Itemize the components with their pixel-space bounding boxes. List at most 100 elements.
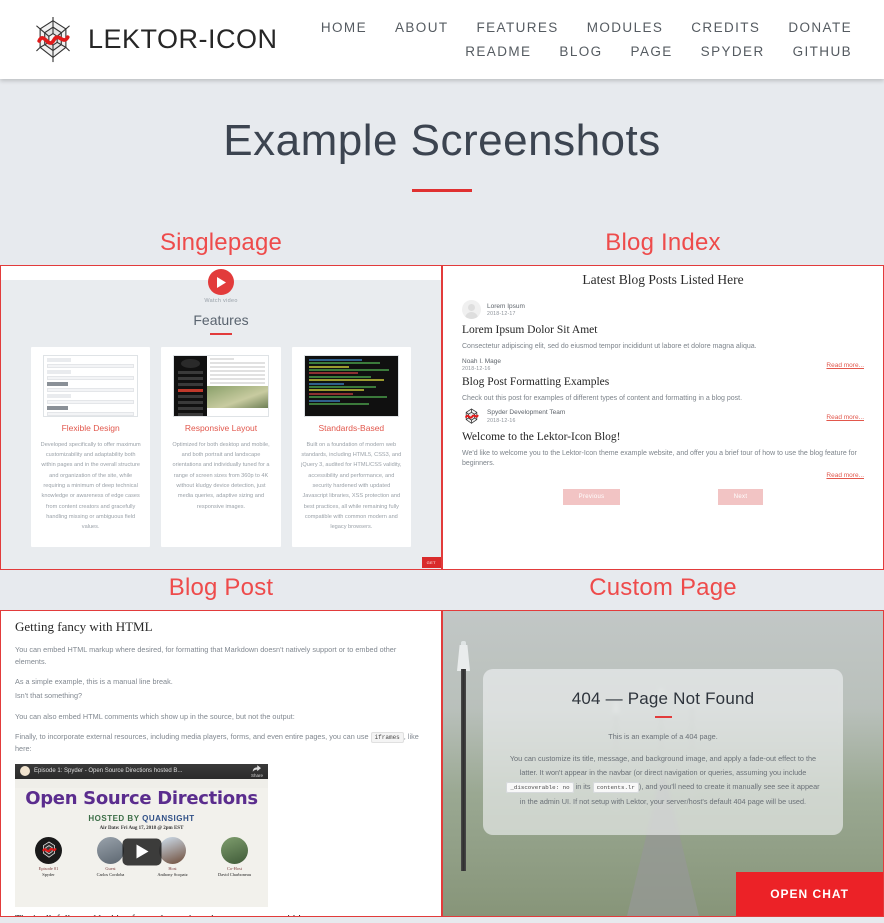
pagination-previous-button[interactable]: Previous <box>562 488 621 505</box>
brand[interactable]: LEKTOR-ICON <box>30 16 278 63</box>
feature-card-title: Standards-Based <box>318 422 385 433</box>
blog-post-paragraph: As a simple example, this is a manual li… <box>15 677 173 687</box>
post-meta: Spyder Development Team 2018-12-16 <box>462 407 864 426</box>
feature-card[interactable]: Responsive Layout Optimized for both des… <box>161 346 281 547</box>
share-button[interactable]: Share <box>250 764 263 778</box>
section-title-singlepage: Singlepage <box>159 229 283 256</box>
cell-custom-page: Custom Page 404 — Page Not Found This is… <box>442 570 884 917</box>
participant-name: Spyder <box>42 871 55 877</box>
error-body: You can customize its title, message, an… <box>505 752 821 809</box>
blog-post-entry[interactable]: Lorem Ipsum 2018-12-17 Lorem Ipsum Dolor… <box>462 300 864 353</box>
nav-link-readme[interactable]: README <box>451 44 545 59</box>
feature-card-body: Optimized for both desktop and mobile, a… <box>172 441 270 510</box>
hosted-by-label: HOSTED BY <box>88 813 140 823</box>
error-body-part2: in its <box>573 782 593 792</box>
nav-link-spyder[interactable]: SPYDER <box>687 44 779 59</box>
singlepage-preview: Watch video Features Flexible Design Dev… <box>1 266 441 569</box>
feature-card[interactable]: Flexible Design Developed specifically t… <box>31 346 151 547</box>
watch-video-label: Watch video <box>204 298 238 304</box>
nav-link-page[interactable]: PAGE <box>617 44 687 59</box>
channel-avatar-icon <box>20 766 30 777</box>
spyder-web-logo-icon <box>35 836 62 864</box>
video-sponsor-line: HOSTED BY QUANSIGHT <box>15 814 268 823</box>
nav-link-modules[interactable]: MODULES <box>573 20 678 35</box>
open-chat-button[interactable]: OPEN CHAT <box>736 872 883 916</box>
blog-post-entry[interactable]: Read more... Spyder Development Team 201… <box>462 408 864 479</box>
screenshot-singlepage[interactable]: Watch video Features Flexible Design Dev… <box>0 265 442 570</box>
admin-form-thumbnail <box>43 354 139 417</box>
post-excerpt: We'd like to welcome you to the Lektor-I… <box>462 449 857 468</box>
custom-page-preview: 404 — Page Not Found This is an example … <box>443 611 883 916</box>
blog-post-paragraph: Isn't that something? <box>15 691 83 701</box>
feature-card-title: Flexible Design <box>61 422 120 433</box>
participant-avatar <box>97 836 124 864</box>
blog-post-paragraph: You can embed HTML markup where desired,… <box>15 645 397 666</box>
cell-blog-index: Blog Index Latest Blog Posts Listed Here… <box>442 225 884 570</box>
play-icon[interactable] <box>122 838 161 866</box>
blog-index-preview: Latest Blog Posts Listed Here Lorem Ipsu… <box>443 266 883 569</box>
post-title[interactable]: Lorem Ipsum Dolor Sit Amet <box>462 324 864 336</box>
corner-cta-button[interactable]: GET <box>421 557 441 568</box>
features-heading: Features <box>193 312 249 328</box>
section-title-custom-page: Custom Page <box>589 574 737 601</box>
post-date: 2018-12-17 <box>487 311 516 318</box>
page-title: Example Screenshots <box>223 116 661 165</box>
read-more-link[interactable]: Read more... <box>462 472 864 479</box>
section-title-blog-post: Blog Post <box>168 574 274 601</box>
blog-post-footer: That's all, folks, and looking forward t… <box>15 914 427 916</box>
pagination: Previous Next <box>462 488 864 505</box>
screenshot-grid: Singlepage Watch video Features Flexible… <box>0 225 884 917</box>
screenshot-blog-post[interactable]: Getting fancy with HTML You can embed HT… <box>0 610 442 917</box>
share-label: Share <box>250 772 263 778</box>
nav-link-blog[interactable]: BLOG <box>545 44 616 59</box>
feature-card-body: Developed specifically to offer maximum … <box>40 441 141 531</box>
participant-avatar <box>221 836 248 864</box>
video-air-date: Air Date: Fri Aug 17, 2018 @ 2pm EST <box>99 825 184 831</box>
generic-user-avatar <box>462 300 481 319</box>
pagination-next-button[interactable]: Next <box>717 488 764 505</box>
cell-singlepage: Singlepage Watch video Features Flexible… <box>0 225 442 570</box>
nav-link-donate[interactable]: DONATE <box>774 20 866 35</box>
post-title[interactable]: Welcome to the Lektor-Icon Blog! <box>462 431 864 443</box>
post-author: Lorem Ipsum <box>487 302 525 310</box>
feature-card-title: Responsive Layout <box>184 422 258 433</box>
screenshot-custom-page[interactable]: 404 — Page Not Found This is an example … <box>442 610 884 917</box>
screenshot-blog-index[interactable]: Latest Blog Posts Listed Here Lorem Ipsu… <box>442 265 884 570</box>
responsive-site-thumbnail <box>173 354 269 417</box>
blog-index-heading: Latest Blog Posts Listed Here <box>582 272 744 287</box>
nav-link-credits[interactable]: CREDITS <box>677 20 774 35</box>
discoverable-code-chip: _discoverable: no <box>506 782 574 794</box>
spyder-web-logo-icon <box>462 407 481 426</box>
video-title-bar: Episode 1: Spyder - Open Source Directio… <box>15 763 268 779</box>
watch-video-block[interactable]: Watch video <box>1 269 441 304</box>
nav-link-github[interactable]: GITHUB <box>779 44 866 59</box>
source-code-thumbnail <box>303 354 399 417</box>
page-header: Example Screenshots <box>0 79 884 192</box>
post-author: Spyder Development Team <box>487 409 566 417</box>
post-title[interactable]: Blog Post Formatting Examples <box>462 376 864 388</box>
error-title-underline <box>654 716 672 718</box>
grid-row-2: Blog Post Getting fancy with HTML You ca… <box>0 570 884 917</box>
feature-cards: Flexible Design Developed specifically t… <box>1 335 441 547</box>
iframe-note-before: Finally, to incorporate external resourc… <box>15 732 371 742</box>
embedded-video-player[interactable]: Episode 1: Spyder - Open Source Directio… <box>15 763 268 907</box>
street-lamp-icon <box>457 641 470 871</box>
nav-link-features[interactable]: FEATURES <box>463 20 573 35</box>
sponsor-name: QUANSIGHT <box>142 813 195 823</box>
blog-post-entry[interactable]: Read more... Noah I. Mage 2018-12-16 Blo… <box>462 358 864 405</box>
feature-card[interactable]: Standards-Based Built on a foundation of… <box>291 346 411 547</box>
post-author: Noah I. Mage <box>462 357 502 365</box>
nav-link-about[interactable]: ABOUT <box>381 20 463 35</box>
participant-name: Anthony Scopatz <box>157 871 188 877</box>
blog-post-iframe-note: Finally, to incorporate external resourc… <box>15 731 427 754</box>
cell-blog-post: Blog Post Getting fancy with HTML You ca… <box>0 570 442 917</box>
title-underline <box>412 189 472 192</box>
error-body-part1: You can customize its title, message, an… <box>509 753 817 778</box>
post-excerpt: Consectetur adipiscing elit, sed do eius… <box>462 343 757 350</box>
nav-link-home[interactable]: HOME <box>307 20 381 35</box>
post-meta: Lorem Ipsum 2018-12-17 <box>462 300 864 319</box>
play-icon[interactable] <box>208 269 234 295</box>
error-lead: This is an example of a 404 page. <box>608 731 718 741</box>
error-title: 404 — Page Not Found <box>571 689 755 708</box>
grid-row-1: Singlepage Watch video Features Flexible… <box>0 225 884 570</box>
